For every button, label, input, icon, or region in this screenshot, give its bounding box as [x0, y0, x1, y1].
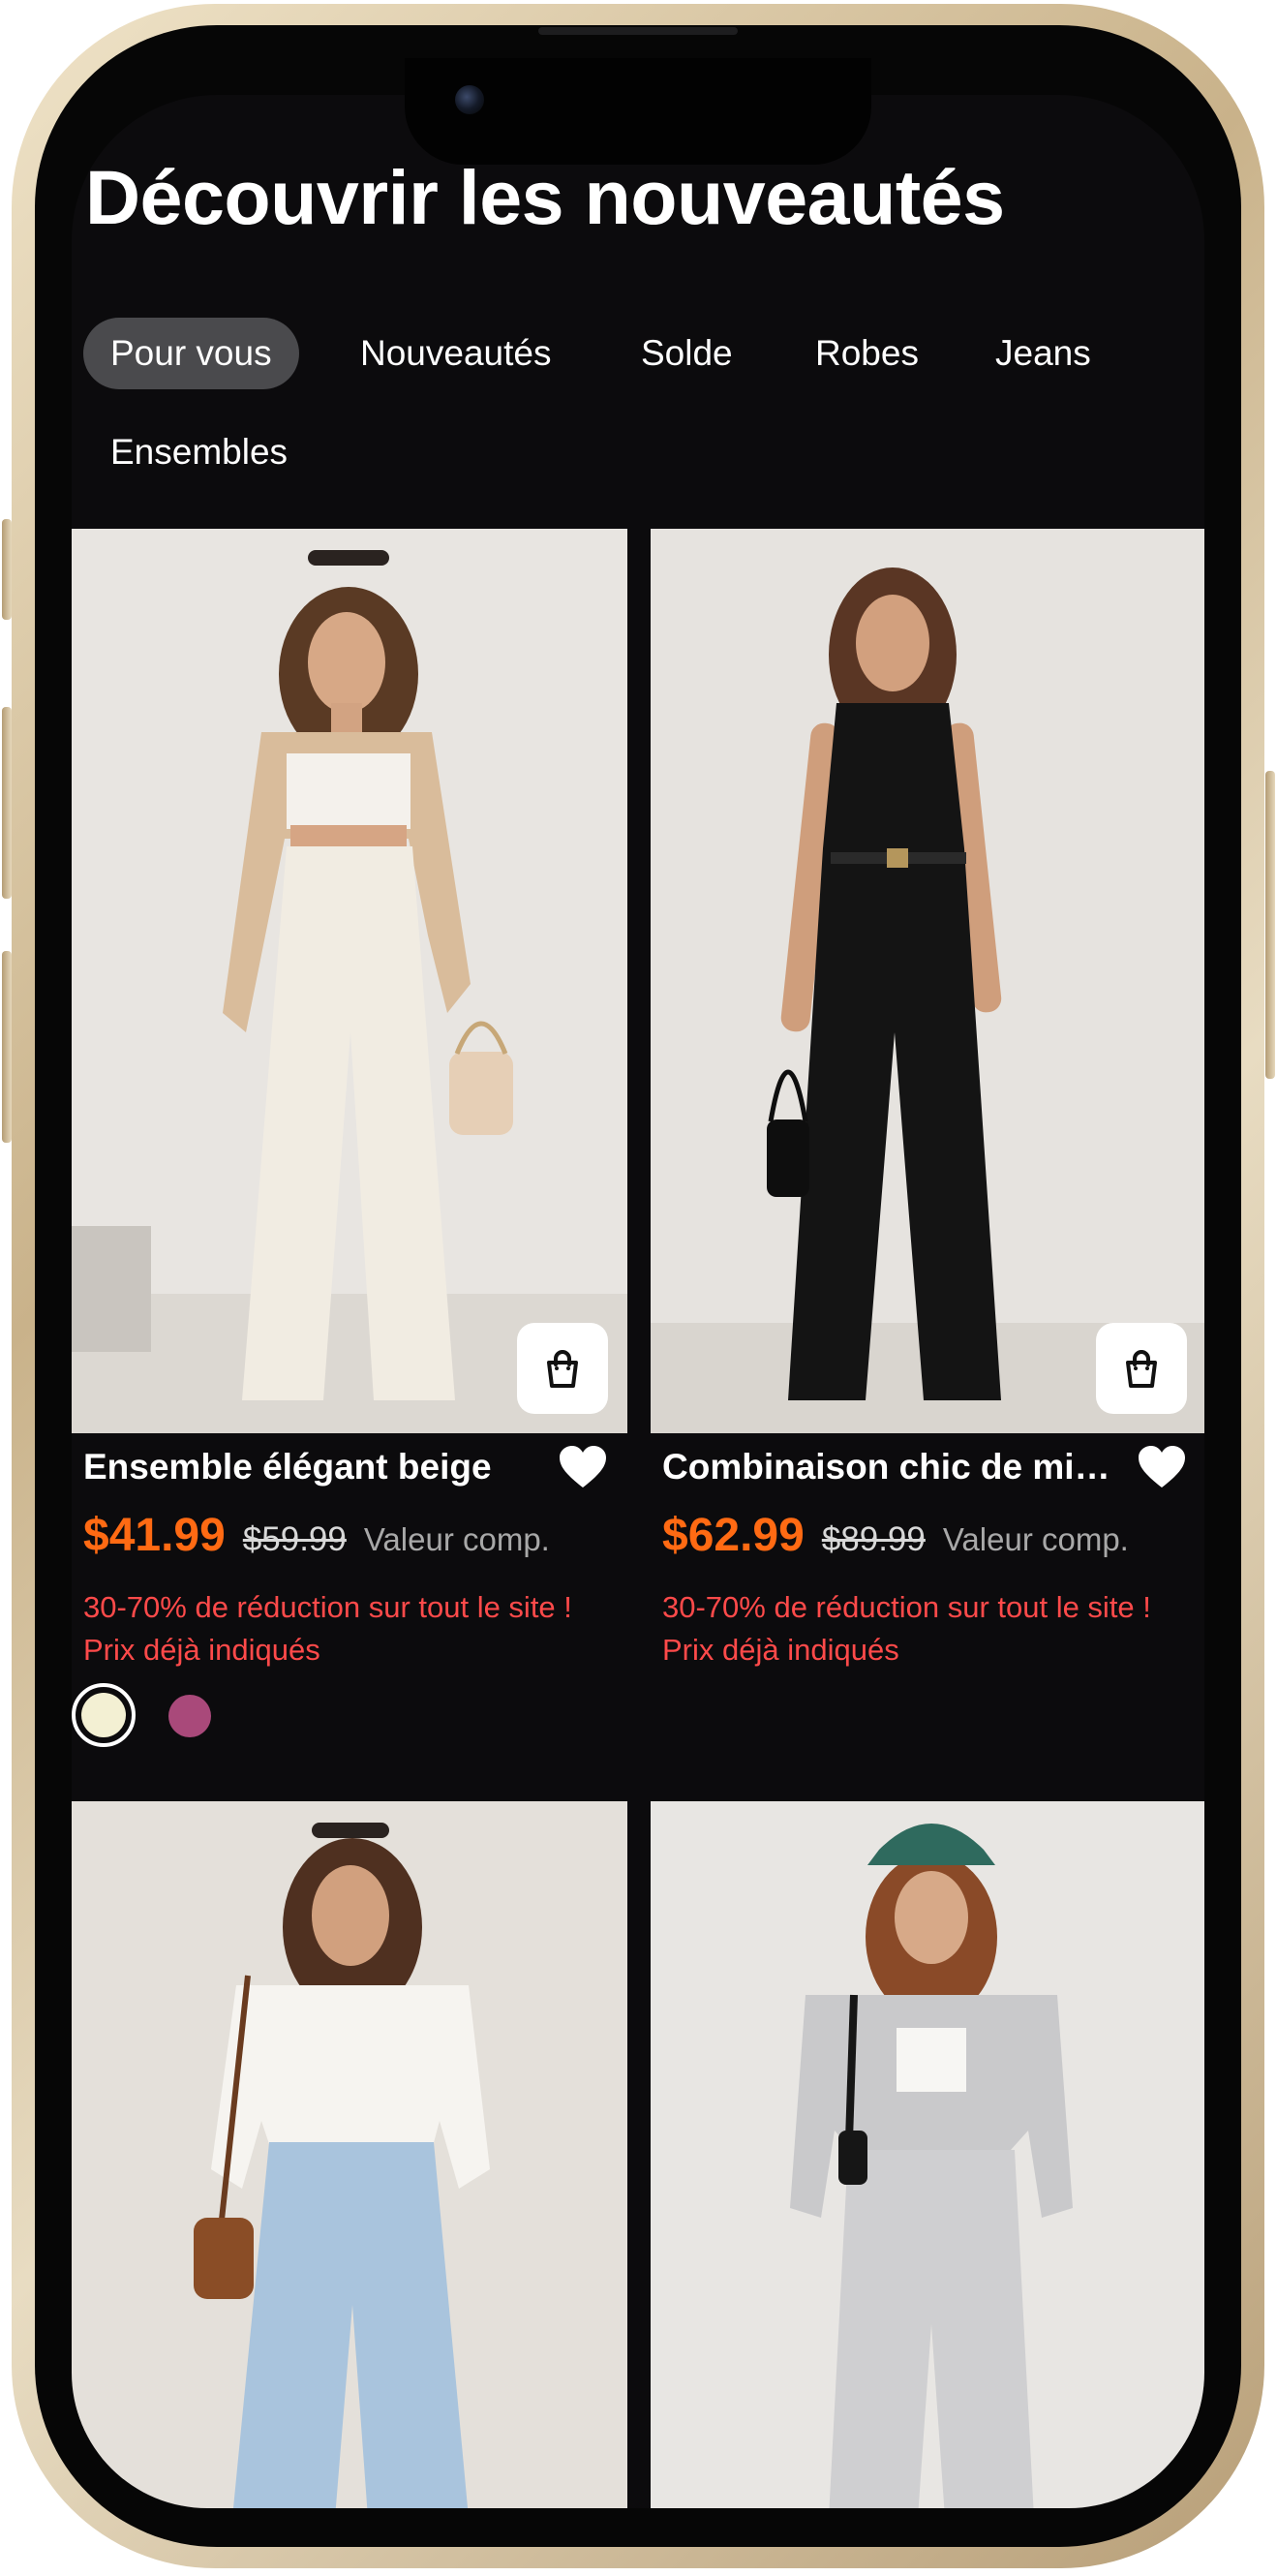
- promo-line: 30-70% de réduction sur tout le site !: [662, 1590, 1151, 1624]
- product-card[interactable]: [651, 1801, 1204, 2508]
- product-name[interactable]: Combinaison chic de minuit: [662, 1447, 1117, 1487]
- sale-price: $41.99: [83, 1510, 226, 1561]
- compare-price: $59.99: [242, 1520, 347, 1558]
- earpiece-slit: [538, 27, 738, 35]
- app-screen: Découvrir les nouveautés Pour vous Nouve…: [72, 95, 1204, 2508]
- product-card[interactable]: Combinaison chic de minuit $62.99 $89.99 V…: [651, 529, 1204, 1667]
- category-chip-nouveautes[interactable]: Nouveautés: [333, 318, 578, 389]
- compare-label: Valeur comp.: [942, 1521, 1129, 1557]
- promo-line: Prix déjà indiqués: [83, 1633, 320, 1667]
- swatch-fill: [81, 1693, 126, 1737]
- silent-switch: [2, 519, 12, 620]
- product-info: Combinaison chic de minuit $62.99 $89.99 V…: [651, 1433, 1204, 1743]
- category-chip-robes[interactable]: Robes: [788, 318, 946, 389]
- add-to-bag-button[interactable]: [517, 1323, 608, 1414]
- category-chip-pour-vous[interactable]: Pour vous: [83, 318, 299, 389]
- front-camera: [455, 85, 484, 114]
- compare-label: Valeur comp.: [363, 1521, 550, 1557]
- compare-price: $89.99: [821, 1520, 926, 1558]
- heart-icon[interactable]: [1135, 1441, 1189, 1495]
- add-to-bag-button[interactable]: [1096, 1323, 1187, 1414]
- page-title: Découvrir les nouveautés: [85, 154, 1005, 240]
- product-card[interactable]: Ensemble élégant beige $41.99 $59.99 Valeu…: [72, 529, 627, 1667]
- promo-line: 30-70% de réduction sur tout le site !: [83, 1590, 572, 1624]
- category-chip-solde[interactable]: Solde: [614, 318, 760, 389]
- promo-text: 30-70% de réduction sur tout le site ! P…: [662, 1586, 1204, 1671]
- volume-up-button: [2, 707, 12, 899]
- product-image[interactable]: [651, 529, 1204, 1433]
- price-row: $62.99 $89.99 Valeur comp.: [662, 1509, 1129, 1562]
- product-photo-illustration: [72, 529, 627, 1433]
- category-chip-ensembles[interactable]: Ensembles: [83, 416, 315, 488]
- promo-line: Prix déjà indiqués: [662, 1633, 899, 1667]
- product-image[interactable]: [72, 1801, 627, 2508]
- promo-text: 30-70% de réduction sur tout le site ! P…: [83, 1586, 625, 1671]
- volume-down-button: [2, 951, 12, 1143]
- product-image[interactable]: [651, 1801, 1204, 2508]
- color-swatch-cream[interactable]: [72, 1683, 136, 1747]
- product-image[interactable]: [72, 529, 627, 1433]
- product-photo-illustration: [651, 1801, 1204, 2508]
- power-button: [1265, 771, 1275, 1079]
- shopping-bag-icon: [1126, 1350, 1157, 1388]
- product-name[interactable]: Ensemble élégant beige: [83, 1447, 548, 1487]
- shopping-bag-icon: [547, 1350, 578, 1388]
- color-swatch-plum[interactable]: [168, 1695, 211, 1737]
- product-photo-illustration: [72, 1801, 627, 2508]
- sale-price: $62.99: [662, 1510, 805, 1561]
- category-chip-jeans[interactable]: Jeans: [968, 318, 1118, 389]
- heart-icon[interactable]: [556, 1441, 610, 1495]
- price-row: $41.99 $59.99 Valeur comp.: [83, 1509, 550, 1562]
- product-photo-illustration: [651, 529, 1204, 1433]
- product-card[interactable]: [72, 1801, 627, 2508]
- product-info: Ensemble élégant beige $41.99 $59.99 Valeu…: [72, 1433, 627, 1743]
